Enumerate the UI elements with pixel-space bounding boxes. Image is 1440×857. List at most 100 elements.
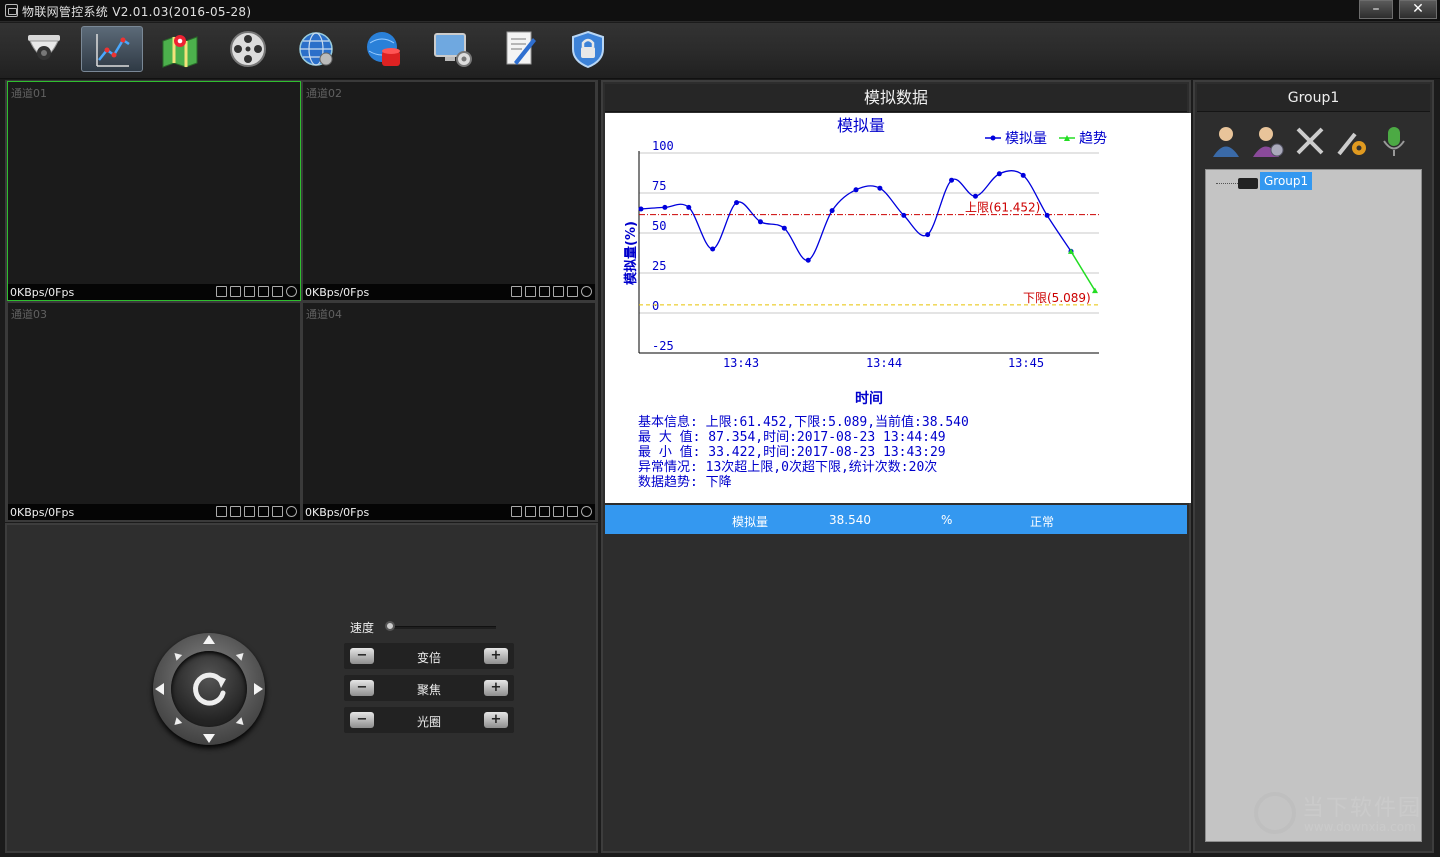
channel-rate: 0KBps/0Fps [305, 506, 370, 519]
record-icon[interactable] [244, 506, 255, 517]
data-point [925, 232, 931, 238]
security-lock-icon [572, 30, 604, 69]
watermark: 当下软件园 www.downxia.com [1252, 788, 1427, 844]
record-icon[interactable] [539, 506, 550, 517]
intercom-icon[interactable] [258, 286, 269, 297]
intercom-icon[interactable] [258, 506, 269, 517]
channel-rate: 0KBps/0Fps [10, 506, 75, 519]
group-panel: Group1 Group1 [1193, 80, 1434, 853]
speaker-icon[interactable] [567, 286, 578, 297]
ptz-up-arrow-icon[interactable] [203, 635, 215, 644]
channel-status-bar: 0KBps/0Fps [303, 504, 595, 520]
channel-name: 通道02 [306, 87, 342, 100]
toolbar-log-button[interactable] [489, 26, 551, 72]
eye-icon[interactable] [581, 506, 592, 517]
row-value: 38.540 [829, 513, 871, 527]
minimize-button[interactable]: – [1359, 0, 1393, 19]
channel-rate: 0KBps/0Fps [10, 286, 75, 299]
snapshot-icon[interactable] [230, 506, 241, 517]
focus-far-button[interactable]: + [484, 680, 508, 696]
legend-label-series-1: 模拟量 [1005, 131, 1047, 147]
user-settings-button[interactable] [1251, 124, 1285, 158]
fullscreen-icon[interactable] [511, 286, 522, 297]
data-point [662, 204, 668, 210]
channel-name: 通道01 [11, 87, 47, 100]
video-channel-1[interactable]: 通道01 0KBps/0Fps [7, 81, 301, 301]
data-point [829, 208, 835, 214]
eye-icon[interactable] [286, 506, 297, 517]
ptz-reset-button[interactable] [171, 651, 247, 727]
intercom-icon[interactable] [553, 286, 564, 297]
simulation-data-panel: 模拟数据 模拟量 模拟量 趋势 100 75 50 25 0 -25 13:43 13:44 13:4… [601, 80, 1191, 853]
microphone-button[interactable] [1377, 124, 1411, 158]
toolbar-map-button[interactable] [149, 26, 211, 72]
record-icon[interactable] [244, 286, 255, 297]
tools-button[interactable] [1293, 124, 1327, 158]
toolbar-database-button[interactable] [353, 26, 415, 72]
info-line: 基本信息: 上限:61.452,下限:5.089,当前值:38.540 [638, 414, 969, 430]
video-channel-2[interactable]: 通道02 0KBps/0Fps [302, 81, 596, 301]
watermark-main: 当下软件园 [1302, 796, 1423, 821]
fullscreen-icon[interactable] [216, 506, 227, 517]
toolbar-playback-button[interactable] [217, 26, 279, 72]
eye-icon[interactable] [286, 286, 297, 297]
user-button[interactable] [1209, 124, 1243, 158]
data-point [757, 219, 763, 225]
toolbar-chart-button[interactable] [81, 26, 143, 72]
data-point [781, 225, 787, 231]
x-axis-label: 时间 [855, 390, 883, 407]
chart-title: 模拟量 [837, 116, 885, 135]
channel-status-bar: 0KBps/0Fps [8, 284, 300, 300]
fullscreen-icon[interactable] [511, 506, 522, 517]
ptz-direction-pad[interactable] [153, 633, 265, 745]
network-globe-icon [299, 32, 333, 66]
close-button[interactable]: ✕ [1399, 0, 1437, 19]
video-channel-4[interactable]: 通道04 0KBps/0Fps [302, 302, 596, 521]
toolbar-video-button[interactable] [13, 26, 75, 72]
speaker-icon[interactable] [567, 506, 578, 517]
fullscreen-icon[interactable] [216, 286, 227, 297]
channel-status-bar: 0KBps/0Fps [8, 504, 300, 520]
ptz-right-arrow-icon[interactable] [254, 683, 263, 695]
channel-name: 通道03 [11, 308, 47, 321]
monitor-settings-icon [434, 33, 472, 67]
data-point [996, 171, 1002, 177]
ptz-left-arrow-icon[interactable] [155, 683, 164, 695]
tree-node-group1[interactable]: Group1 [1260, 172, 1313, 190]
device-tree[interactable]: Group1 [1205, 169, 1422, 842]
zoom-in-button[interactable]: + [484, 648, 508, 664]
y-tick-label: 50 [652, 219, 666, 233]
toolbar-network-button[interactable] [285, 26, 347, 72]
record-icon[interactable] [539, 286, 550, 297]
series-line-analog [640, 170, 1072, 261]
zoom-control: − 变倍 + [344, 643, 514, 669]
video-channel-3[interactable]: 通道03 0KBps/0Fps [7, 302, 301, 521]
speed-slider-handle[interactable] [385, 621, 395, 631]
chart-area: 模拟量 模拟量 趋势 100 75 50 25 0 -25 13:43 13:44 13:45 时间 模拟… [605, 113, 1191, 503]
intercom-icon[interactable] [553, 506, 564, 517]
speaker-icon[interactable] [272, 506, 283, 517]
iris-open-button[interactable]: + [484, 712, 508, 728]
ptz-down-arrow-icon[interactable] [203, 734, 215, 743]
toolbar-security-button[interactable] [557, 26, 619, 72]
data-table-row[interactable]: 模拟量 38.540 % 正常 [605, 505, 1187, 534]
speed-slider-track[interactable] [390, 626, 496, 629]
legend-label-series-2: 趋势 [1079, 131, 1107, 147]
data-point [686, 204, 692, 210]
snapshot-icon[interactable] [525, 506, 536, 517]
y-tick-label: 75 [652, 179, 666, 193]
legend-dot-series-1 [990, 135, 996, 141]
microphone-icon [1383, 127, 1405, 156]
toolbar-device-button[interactable] [421, 26, 483, 72]
data-point [853, 187, 859, 193]
y-tick-label: -25 [652, 339, 674, 353]
maintenance-button[interactable] [1335, 124, 1369, 158]
speaker-icon[interactable] [272, 286, 283, 297]
data-point [949, 177, 955, 183]
eye-icon[interactable] [581, 286, 592, 297]
snapshot-icon[interactable] [525, 286, 536, 297]
snapshot-icon[interactable] [230, 286, 241, 297]
speed-label: 速度 [350, 621, 375, 635]
y-tick-label: 100 [652, 139, 674, 153]
analog-chart: 模拟量模拟量 趋势1007550250-2513:43 13:44 13:45时间模拟… [623, 116, 1107, 490]
